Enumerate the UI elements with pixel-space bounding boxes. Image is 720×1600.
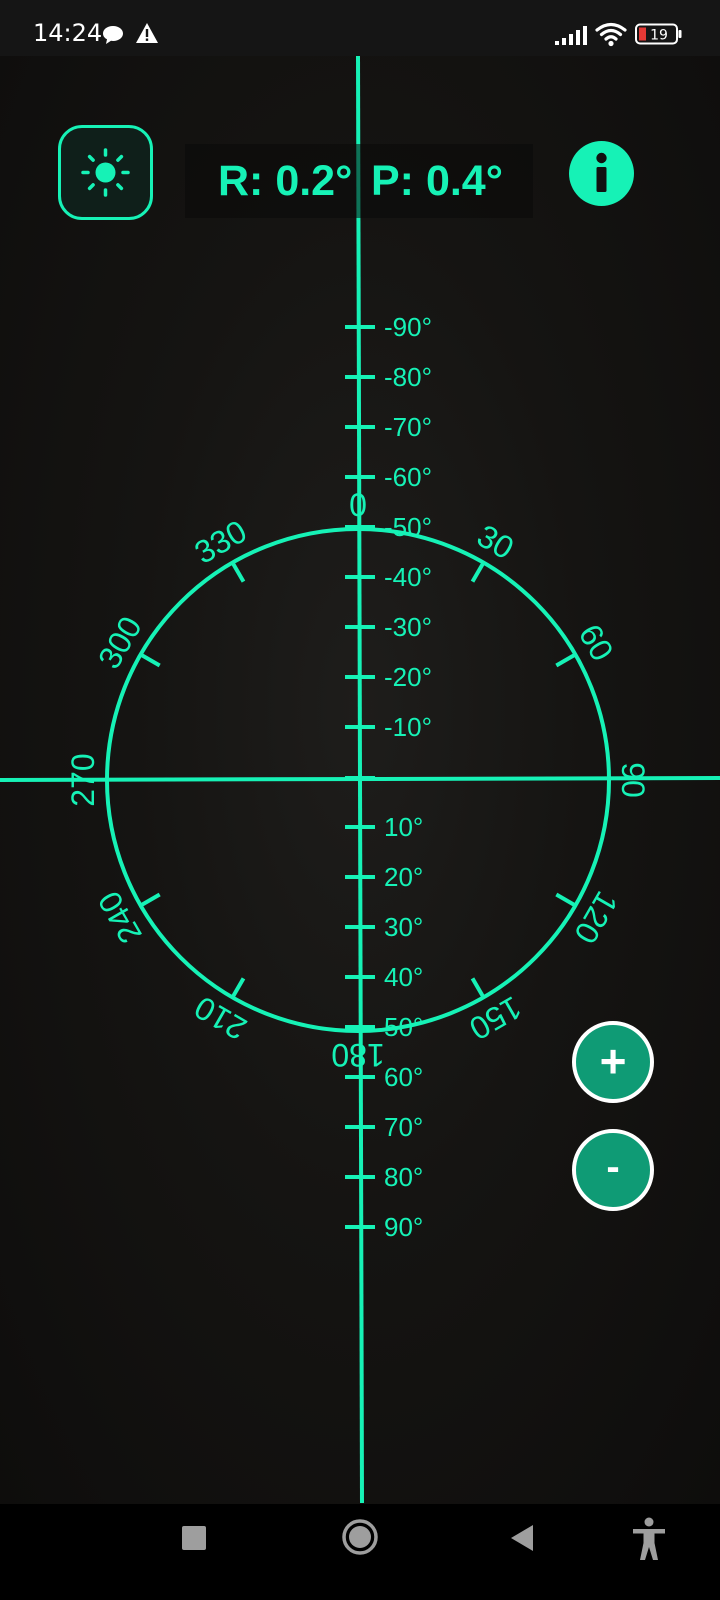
pitch-label: -60° [384, 462, 432, 492]
pitch-label: 40° [384, 962, 423, 992]
dial-label: 210 [188, 989, 252, 1047]
dial-label: 0 [349, 487, 367, 523]
pitch-label: 50° [384, 1012, 423, 1042]
angle-readout: R: 0.2° P: 0.4° [185, 144, 533, 218]
overlay-ticks [0, 55, 720, 1504]
pitch-label: 80° [384, 1162, 423, 1192]
pitch-label: -80° [384, 362, 432, 392]
sun-icon [81, 148, 130, 197]
pitch-label: -30° [384, 612, 432, 642]
dial-label: 240 [91, 885, 149, 949]
dial-tick [230, 561, 246, 583]
info-icon [596, 152, 607, 192]
pitch-label: -20° [384, 662, 432, 692]
brightness-button[interactable] [58, 125, 153, 220]
dial-tick [555, 892, 577, 908]
pitch-label: 70° [384, 1112, 423, 1142]
pitch-label: 10° [384, 812, 423, 842]
zoom-out-button[interactable]: - [572, 1129, 654, 1211]
zoom-in-button[interactable]: + [572, 1021, 654, 1103]
info-button[interactable] [569, 141, 634, 206]
pitch-label: 30° [384, 912, 423, 942]
dial-label: 300 [91, 610, 149, 674]
dial-tick [470, 977, 486, 999]
dial-label: 150 [463, 989, 527, 1047]
pitch-label: -90° [384, 312, 432, 342]
pitch-label: 20° [384, 862, 423, 892]
roll-readout: R: 0.2° [218, 157, 353, 205]
dial-label: 180 [331, 1037, 384, 1073]
dial-tick [470, 561, 486, 583]
pitch-label: 90° [384, 1212, 423, 1242]
dial-tick [555, 652, 577, 668]
back-triangle-icon[interactable] [508, 1522, 536, 1554]
dial-label: 330 [188, 513, 252, 571]
dial-label: 270 [65, 753, 101, 806]
accessibility-icon[interactable] [630, 1516, 668, 1562]
pitch-label: -70° [384, 412, 432, 442]
dial-tick [139, 652, 161, 668]
pitch-readout: P: 0.4° [371, 157, 503, 205]
pitch-label: 60° [384, 1062, 423, 1092]
pitch-label: -10° [384, 712, 432, 742]
level-overlay: 0306090120150180210240270300330-90°-80°-… [0, 55, 720, 1504]
dial-label: 120 [567, 885, 625, 949]
pitch-label: -40° [384, 562, 432, 592]
pitch-label: -50° [384, 512, 432, 542]
home-circle-icon[interactable] [341, 1518, 379, 1556]
screen: 14:24 19 0 30 60 90 120 150 180 210 240 … [0, 0, 720, 1600]
dial-tick [139, 892, 161, 908]
recents-square-icon[interactable] [180, 1524, 208, 1552]
navigation-bar [0, 1504, 720, 1600]
dial-label: 90 [615, 762, 651, 798]
dial-tick [230, 977, 246, 999]
